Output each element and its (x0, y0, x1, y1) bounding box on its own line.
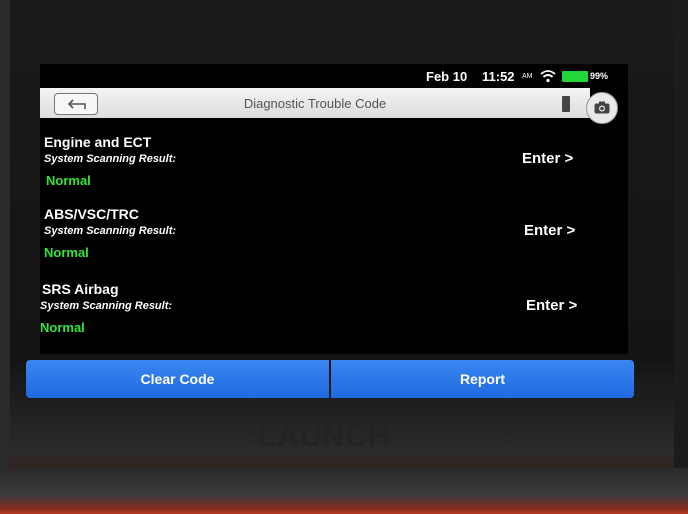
report-button[interactable]: Report (331, 360, 634, 398)
scan-result-label: System Scanning Result: (44, 225, 177, 237)
device-frame-left (0, 0, 10, 514)
scan-result-label: System Scanning Result: (40, 300, 173, 312)
scan-tool-device: Feb 10 11:52 AM 99% Diagnostic Trouble C… (0, 0, 688, 514)
enter-button[interactable]: Enter > (524, 222, 575, 239)
scan-status: Normal (40, 320, 85, 335)
battery-icon (562, 71, 588, 82)
status-time: 11:52 (482, 69, 515, 84)
wifi-icon (540, 70, 556, 83)
scan-result-label: System Scanning Result: (44, 153, 177, 165)
title-bar: Diagnostic Trouble Code (40, 88, 590, 118)
status-bar: Feb 10 11:52 AM 99% (40, 64, 628, 88)
brand-logo: LAUNCH (258, 420, 391, 453)
system-row-engine: Engine and ECT System Scanning Result: N… (40, 134, 628, 204)
battery-percent: 99% (590, 71, 609, 81)
status-date: Feb 10 (426, 69, 468, 84)
system-row-abs: ABS/VSC/TRC System Scanning Result: Norm… (40, 206, 628, 276)
page-title: Diagnostic Trouble Code (243, 96, 387, 111)
system-name: Engine and ECT (44, 134, 152, 150)
camera-icon (594, 101, 610, 114)
system-name: ABS/VSC/TRC (44, 206, 139, 222)
status-ampm: AM (522, 73, 533, 80)
system-row-srs: SRS Airbag System Scanning Result: Norma… (40, 281, 628, 351)
print-icon[interactable] (562, 96, 570, 112)
scan-status: Normal (44, 245, 89, 260)
screenshot-button[interactable] (586, 92, 618, 124)
system-name: SRS Airbag (42, 281, 119, 297)
device-frame-right (674, 0, 688, 514)
enter-button[interactable]: Enter > (522, 150, 573, 167)
scan-status: Normal (46, 173, 91, 188)
clear-code-button[interactable]: Clear Code (26, 360, 329, 398)
action-button-bar: Clear Code Report (26, 360, 634, 398)
device-bottom-bezel (0, 468, 688, 514)
enter-button[interactable]: Enter > (526, 297, 577, 314)
